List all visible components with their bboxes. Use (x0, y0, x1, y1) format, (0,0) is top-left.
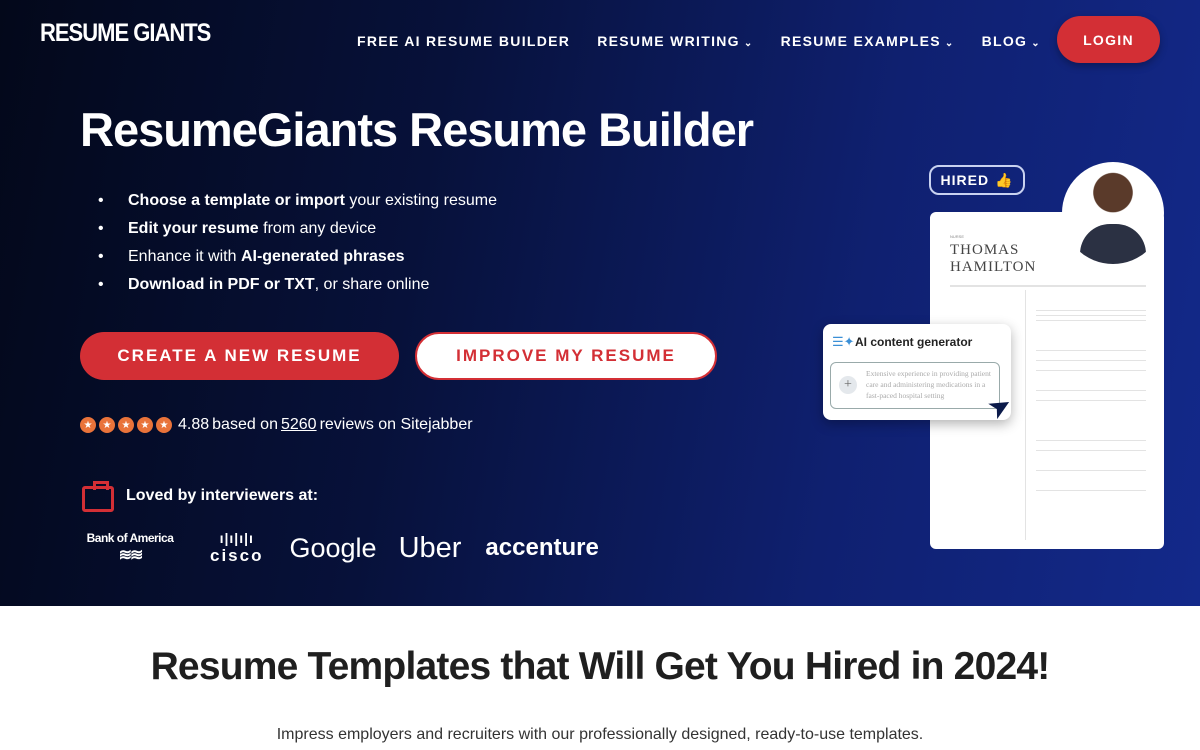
thumbs-up-icon: 👍 (995, 171, 1014, 188)
star-icon: ★ (118, 417, 134, 433)
ai-content-generator-card: ☰✦ AI content generator + Extensive exper… (823, 324, 1011, 420)
star-icon: ★ (80, 417, 96, 433)
feature-item: Edit your resume from any device (98, 220, 497, 248)
briefcase-icon (82, 481, 114, 512)
create-new-resume-button[interactable]: CREATE A NEW RESUME (80, 332, 399, 380)
nav-resume-examples[interactable]: RESUME EXAMPLES ⌄ (781, 33, 955, 49)
hired-badge: HIRED 👍 (929, 165, 1025, 195)
feature-item: Enhance it with AI-generated phrases (98, 248, 497, 276)
star-icon: ★ (137, 417, 153, 433)
feature-item: Choose a template or import your existin… (98, 192, 497, 220)
login-button[interactable]: LOGIN (1057, 16, 1160, 63)
resume-text-lines (1036, 310, 1146, 311)
plus-icon: + (839, 376, 857, 394)
loved-by: Loved by interviewers at: (82, 480, 318, 512)
chevron-down-icon: ⌄ (944, 38, 955, 49)
chevron-down-icon: ⌄ (743, 38, 754, 49)
logo[interactable]: RESUME GIANTS (40, 18, 211, 48)
page-title: ResumeGiants Resume Builder (80, 103, 754, 156)
company-logos: Bank of America ≋≋ ı|ı|ı|ı cisco Google Ub… (80, 530, 599, 566)
main-nav: FREE AI RESUME BUILDER RESUME WRITING ⌄ R… (357, 33, 1068, 49)
reviews-count-link[interactable]: 5260 (281, 416, 317, 434)
nav-blog[interactable]: BLOG ⌄ (982, 33, 1041, 49)
uber-logo: Uber (398, 531, 462, 564)
divider (1025, 290, 1026, 540)
google-logo: Google (289, 532, 377, 563)
cisco-logo: ı|ı|ı|ı cisco (210, 530, 264, 565)
nav-resume-writing[interactable]: RESUME WRITING ⌄ (597, 33, 753, 49)
section-title: Resume Templates that Will Get You Hired… (150, 645, 1051, 688)
resume-name: THOMAS HAMILTON (950, 242, 1037, 275)
section-subtitle: Impress employers and recruiters with ou… (276, 726, 924, 743)
ai-sparkle-icon: ☰✦ (832, 334, 855, 349)
bank-of-america-logo: Bank of America ≋≋ (86, 531, 174, 564)
profile-photo (1062, 162, 1164, 264)
star-icon: ★ (99, 417, 115, 433)
chevron-down-icon: ⌄ (1031, 38, 1041, 49)
divider (950, 285, 1146, 287)
nav-free-ai-resume-builder[interactable]: FREE AI RESUME BUILDER (357, 33, 570, 49)
ai-suggestion: + Extensive experience in providing patie… (830, 362, 1000, 409)
rating: ★ ★ ★ ★ ★ 4.88 based on 5260 reviews on Site… (80, 416, 473, 434)
feature-list: Choose a template or import your existin… (98, 192, 497, 304)
feature-item: Download in PDF or TXT, or share online (98, 276, 497, 304)
accenture-logo: accenture (485, 534, 599, 561)
hero-section: RESUME GIANTS FREE AI RESUME BUILDER RES… (0, 0, 1200, 606)
improve-my-resume-button[interactable]: IMPROVE MY RESUME (415, 332, 717, 380)
star-icon: ★ (156, 417, 172, 433)
